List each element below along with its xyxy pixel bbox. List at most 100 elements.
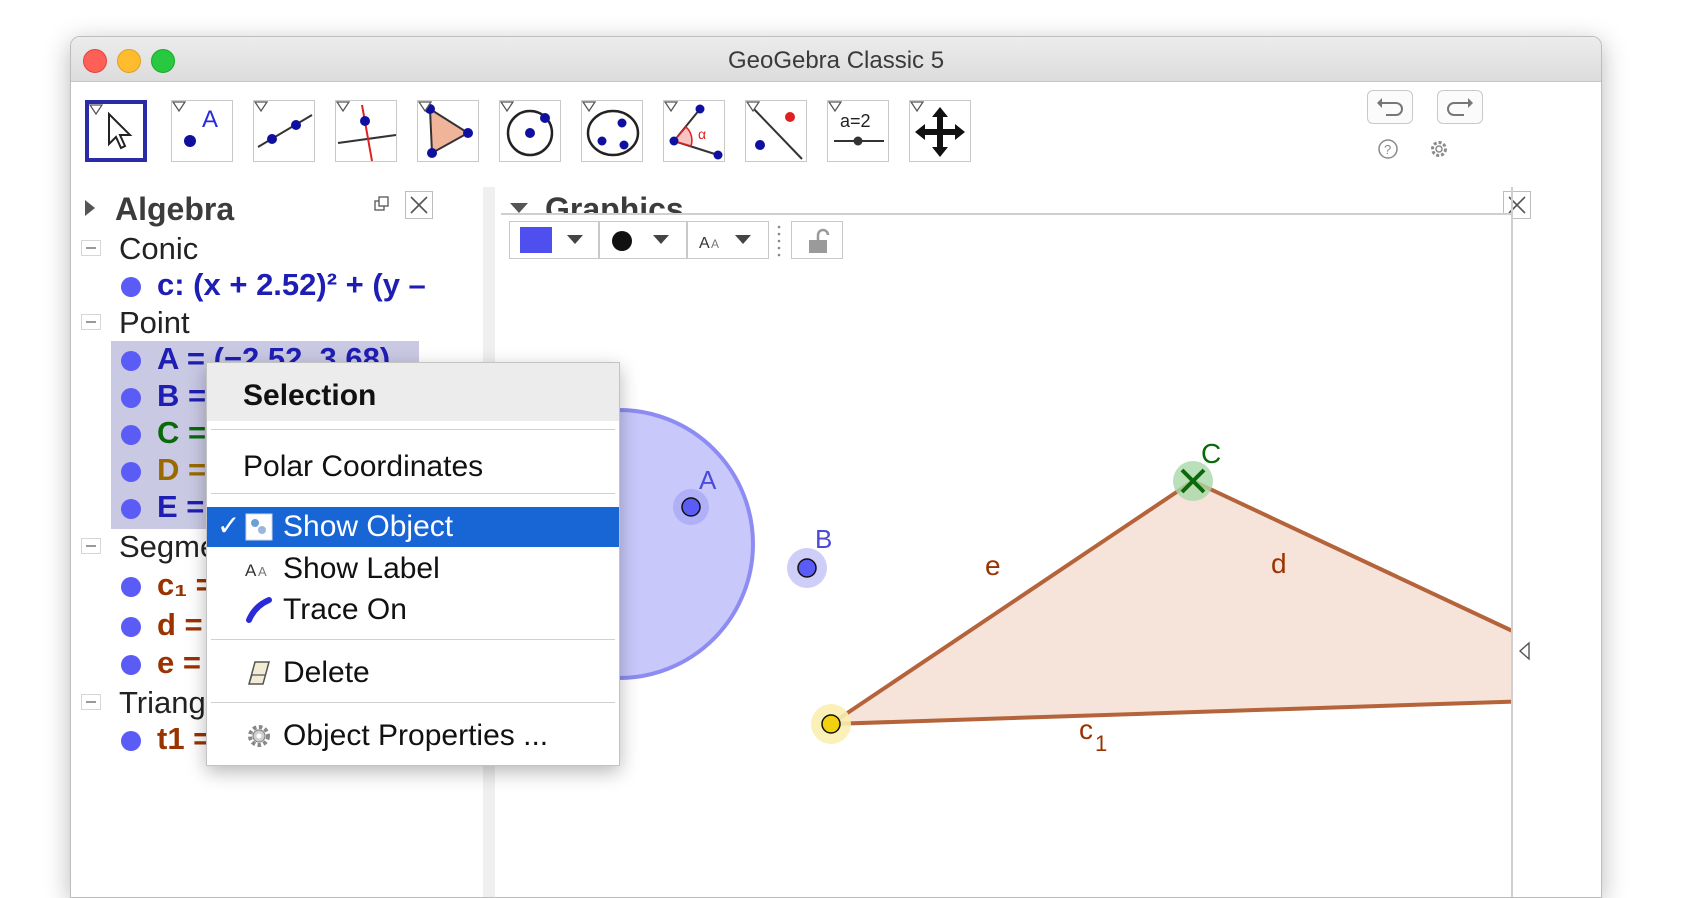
category-label: Conic [119, 231, 199, 266]
label-e: e [985, 550, 1001, 581]
point-A[interactable] [681, 497, 701, 517]
label-c1: c [1079, 714, 1093, 745]
visibility-toggle-dot[interactable] [121, 388, 141, 408]
window-title: GeoGebra Classic 5 [727, 47, 945, 74]
tool-dropdown-icon [828, 101, 842, 113]
menu-item-label: Polar Coordinates [243, 450, 484, 483]
menu-item-label: Show Object [283, 510, 454, 543]
label-style-button[interactable]: A A [687, 221, 769, 259]
menu-item-delete[interactable]: Delete [207, 653, 619, 693]
algebra-view-header: Algebra [71, 187, 471, 229]
fix-object-button[interactable] [791, 221, 843, 259]
tool-dropdown-icon [336, 101, 350, 113]
collapse-triangle-icon[interactable] [83, 199, 97, 217]
close-algebra-button[interactable] [405, 191, 433, 219]
menu-item-trace-on[interactable]: Trace On [207, 590, 619, 630]
menu-item-show-object[interactable]: ✓ Show Object [207, 507, 619, 547]
undo-icon [1377, 98, 1403, 116]
show-object-icon [245, 513, 273, 541]
color-swatch [520, 227, 552, 253]
eraser-icon [248, 661, 270, 685]
label-B: B [815, 524, 832, 554]
svg-text:A: A [245, 561, 257, 580]
context-menu: Selection Polar Coordinates ✓ Show Objec… [206, 362, 620, 766]
collapse-minus-icon[interactable] [81, 240, 101, 256]
graphics-canvas[interactable]: A B C E e d c 1 [483, 267, 1601, 897]
reflect-tool-button[interactable] [745, 100, 807, 162]
label-aa-icon: A A [699, 235, 719, 252]
algebra-item-text: E = [157, 489, 205, 524]
triangle-t1[interactable] [831, 481, 1601, 724]
gear-icon [248, 725, 270, 747]
title-bar: GeoGebra Classic 5 [71, 37, 1601, 82]
svg-text:A: A [711, 237, 719, 251]
menu-item-label: Object Properties ... [283, 719, 549, 752]
perpendicular-line-tool-button[interactable] [335, 100, 397, 162]
undock-icon[interactable] [373, 195, 391, 213]
angle-tool-button[interactable]: α [663, 100, 725, 162]
unlocked-padlock-icon [809, 228, 830, 253]
tool-dropdown-icon [582, 101, 596, 113]
algebra-view-title: Algebra [115, 191, 235, 227]
dropdown-arrow-icon [735, 235, 751, 244]
visibility-toggle-dot[interactable] [121, 277, 141, 297]
menu-item-label: Delete [283, 656, 370, 689]
settings-gear-icon[interactable] [1427, 137, 1451, 161]
visibility-toggle-dot[interactable] [121, 499, 141, 519]
visibility-toggle-dot[interactable] [121, 731, 141, 751]
context-menu-title: Selection [243, 379, 377, 412]
line-tool-button[interactable] [253, 100, 315, 162]
color-button[interactable] [509, 221, 599, 259]
svg-text:A: A [202, 106, 218, 133]
graphics-right-border [1511, 187, 1513, 897]
point-style-icon [612, 231, 632, 251]
category-label: Point [119, 305, 190, 340]
tool-dropdown-icon [910, 101, 924, 113]
tool-dropdown-icon [89, 104, 103, 116]
tool-dropdown-icon [664, 101, 678, 113]
move-graphics-tool-button[interactable] [909, 100, 971, 162]
menu-item-object-properties[interactable]: Object Properties ... [207, 716, 619, 756]
undo-button[interactable] [1367, 90, 1413, 124]
visibility-toggle-dot[interactable] [121, 577, 141, 597]
graphics-style-bar: A A [501, 213, 1511, 269]
label-A: A [699, 465, 717, 495]
expand-side-panel-icon[interactable] [1517, 641, 1531, 661]
point-D[interactable] [821, 714, 841, 734]
point-style-button[interactable] [599, 221, 687, 259]
point-B[interactable] [797, 558, 817, 578]
help-icon[interactable]: ? [1377, 138, 1399, 160]
polygon-tool-button[interactable] [417, 100, 479, 162]
menu-item-show-label[interactable]: A A Show Label [207, 549, 619, 589]
tool-dropdown-icon [418, 101, 432, 113]
algebra-item-text: c: (x + 2.52)² + (y – [157, 267, 426, 302]
slider-tool-button[interactable]: a=2 [827, 100, 889, 162]
visibility-toggle-dot[interactable] [121, 462, 141, 482]
menu-item-label: Trace On [283, 593, 407, 626]
algebra-item-text: t1 = [157, 721, 212, 756]
visibility-toggle-dot[interactable] [121, 351, 141, 371]
point-tool-button[interactable]: A [171, 100, 233, 162]
redo-button[interactable] [1437, 90, 1483, 124]
circle-tool-button[interactable] [499, 100, 561, 162]
visibility-toggle-dot[interactable] [121, 425, 141, 445]
visibility-toggle-dot[interactable] [121, 655, 141, 675]
move-tool-button[interactable] [85, 100, 147, 162]
menu-item-polar-coordinates[interactable]: Polar Coordinates [207, 444, 619, 484]
collapse-minus-icon[interactable] [81, 538, 101, 554]
tool-dropdown-icon [500, 101, 514, 113]
close-icon [410, 196, 428, 214]
dropdown-arrow-icon [567, 235, 583, 244]
checkmark-icon: ✓ [217, 510, 241, 541]
svg-text:A: A [699, 235, 710, 252]
menu-separator [211, 493, 615, 494]
trace-icon [246, 597, 272, 623]
menu-separator [211, 639, 615, 640]
collapse-minus-icon[interactable] [81, 314, 101, 330]
conic-tool-button[interactable] [581, 100, 643, 162]
collapse-minus-icon[interactable] [81, 694, 101, 710]
menu-separator [211, 702, 615, 703]
menu-item-label: Show Label [283, 552, 440, 585]
svg-text:a=2: a=2 [840, 111, 871, 131]
visibility-toggle-dot[interactable] [121, 617, 141, 637]
